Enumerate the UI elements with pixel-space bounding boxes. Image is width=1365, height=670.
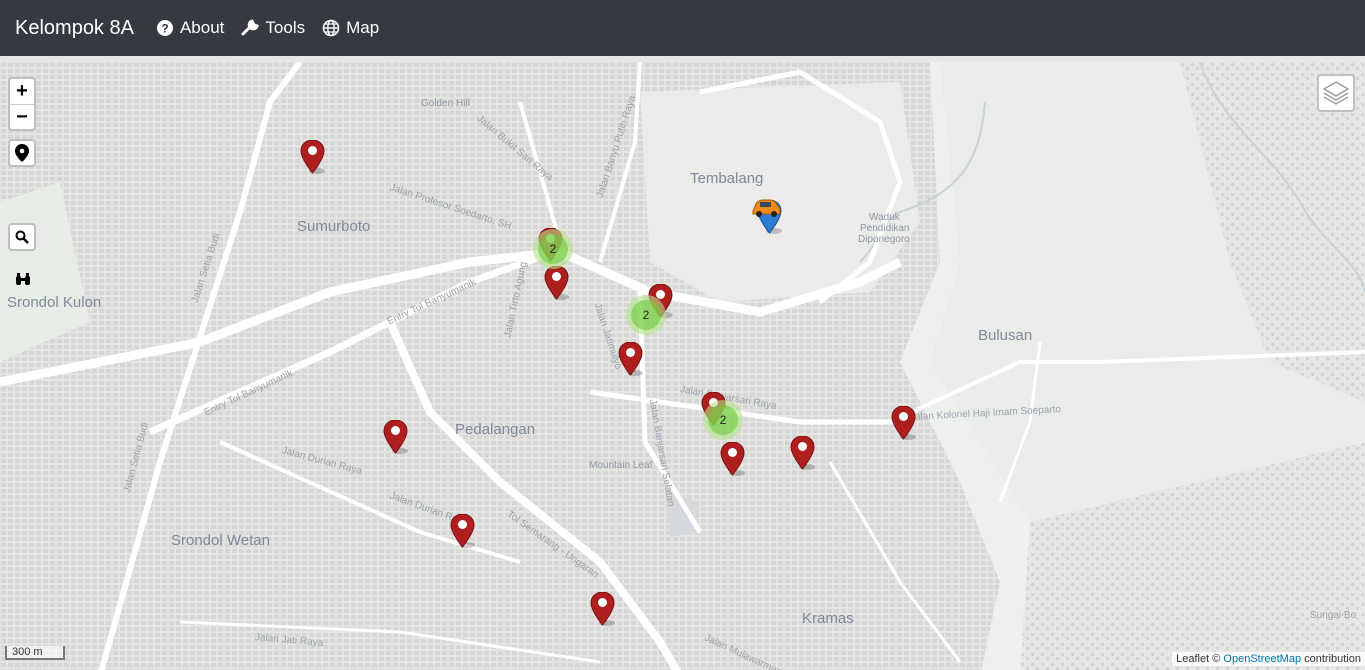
marker-cluster[interactable]: 2 [626, 295, 666, 335]
place-label: Pedalangan [455, 421, 536, 438]
svg-text:?: ? [161, 22, 168, 36]
place-label: Bulusan [978, 327, 1033, 344]
nav-map-label: Map [346, 18, 380, 37]
layers-control[interactable] [1317, 74, 1355, 112]
poi-label: Golden Hill [421, 98, 470, 109]
zoom-out-button[interactable]: − [10, 105, 34, 130]
marker-cluster[interactable]: 2 [703, 400, 743, 440]
osm-link[interactable]: OpenStreetMap [1223, 653, 1301, 665]
poi-label: Diponegoro [858, 234, 910, 245]
map-marker-icon [300, 139, 325, 174]
place-label: Sumurboto [297, 218, 371, 235]
brand[interactable]: Kelompok 8A [15, 17, 134, 40]
wrench-icon [241, 19, 260, 36]
poi-label: Waduk [869, 212, 900, 223]
map-marker-icon [450, 513, 475, 548]
question-circle-icon: ? [156, 20, 173, 36]
place-label: Tembalang [690, 170, 764, 187]
map-marker-icon [383, 419, 408, 454]
map-marker[interactable] [618, 341, 643, 376]
binoculars-button[interactable] [12, 269, 34, 291]
layers-icon [1322, 81, 1350, 105]
search-icon [15, 230, 29, 244]
nav-map[interactable]: Map [322, 18, 379, 38]
nav-tools-label: Tools [265, 18, 306, 37]
map-marker[interactable] [590, 591, 615, 626]
map-pin-icon [15, 144, 29, 162]
poi-label: Mountain Leaf [589, 460, 653, 471]
attribution-suffix: contribution [1301, 653, 1361, 665]
place-label: Srondol Kulon [7, 294, 102, 311]
locate-button[interactable] [8, 139, 36, 167]
nav-about[interactable]: ? About [156, 18, 224, 38]
street-label: Sungai Bo [1310, 610, 1357, 621]
map-marker-icon [891, 405, 916, 440]
cluster-count: 2 [708, 405, 738, 435]
map-marker[interactable] [544, 265, 569, 300]
map-marker-icon [790, 435, 815, 470]
map-marker[interactable] [300, 139, 325, 174]
map-marker[interactable] [891, 405, 916, 440]
map-canvas[interactable]: Tembalang Sumurboto Srondol Kulon Bulusa… [0, 56, 1365, 670]
nav-about-label: About [179, 18, 225, 37]
zoom-in-button[interactable]: + [10, 79, 34, 105]
nav-tools[interactable]: Tools [241, 18, 305, 38]
globe-icon [322, 19, 340, 37]
marker-cluster[interactable]: 2 [533, 229, 573, 269]
zoom-control: + − [8, 77, 36, 131]
search-button[interactable] [8, 223, 36, 251]
scale-bar: 300 m [5, 646, 65, 660]
map-marker[interactable] [790, 435, 815, 470]
cluster-count: 2 [631, 300, 661, 330]
map-marker[interactable] [383, 419, 408, 454]
map-marker-icon [618, 341, 643, 376]
navbar: Kelompok 8A ? About Tools Map [0, 0, 1365, 56]
binoculars-icon [16, 273, 30, 285]
map-marker[interactable] [720, 441, 745, 476]
car-icon [750, 197, 782, 219]
map-marker[interactable] [450, 513, 475, 548]
map-base-tiles [0, 62, 1365, 670]
poi-label: Pendidikan [860, 223, 910, 234]
place-label: Srondol Wetan [171, 532, 270, 549]
attribution: Leaflet © OpenStreetMap contribution [1172, 652, 1365, 666]
map-marker-icon [720, 441, 745, 476]
cluster-count: 2 [538, 234, 568, 264]
attribution-prefix: Leaflet © [1176, 653, 1221, 665]
place-label: Kramas [802, 610, 854, 627]
map-marker-icon [544, 265, 569, 300]
map-marker-icon [590, 591, 615, 626]
